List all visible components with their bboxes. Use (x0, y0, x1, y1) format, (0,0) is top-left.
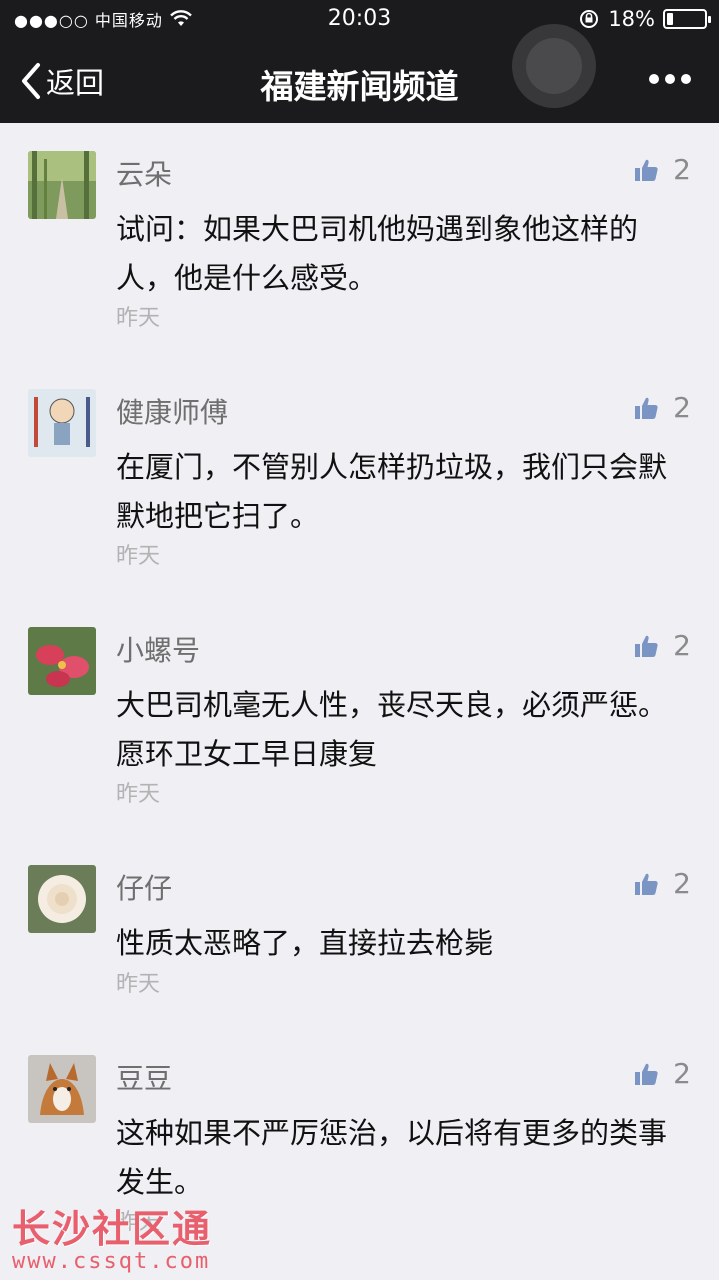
like-button[interactable]: 2 (633, 629, 691, 662)
page-title: 福建新闻频道 (260, 67, 459, 106)
avatar[interactable] (28, 865, 96, 933)
floating-window-button[interactable] (512, 24, 596, 108)
comment-item: 云朵 2 试问：如果大巴司机他妈遇到象他这样的人，他是什么感受。 昨天 (0, 123, 719, 361)
like-count: 2 (673, 867, 691, 900)
comment-text: 大巴司机毫无人性，丧尽天良，必须严惩。 愿环卫女工早日康复 (116, 688, 682, 771)
avatar[interactable] (28, 151, 96, 219)
battery-icon (663, 9, 711, 29)
avatar[interactable] (28, 389, 96, 457)
like-button[interactable]: 2 (633, 153, 691, 186)
commenter-name[interactable]: 豆豆 (116, 1057, 172, 1097)
thumbs-up-icon (635, 159, 658, 181)
status-right: 18% (578, 7, 711, 31)
thumbs-up-icon (635, 1063, 658, 1085)
nav-bar: 返回 福建新闻频道 (0, 40, 719, 123)
like-button[interactable]: 2 (633, 391, 691, 424)
comment-time: 昨天 (116, 782, 161, 807)
rotation-lock-icon (580, 10, 599, 28)
avatar[interactable] (28, 627, 96, 695)
more-dot-icon (649, 74, 659, 84)
commenter-name[interactable]: 仔仔 (116, 867, 172, 907)
comment-item: 仔仔 2 性质太恶略了，直接拉去枪毙 昨天 (0, 837, 719, 1027)
more-dot-icon (665, 74, 675, 84)
watermark-url: www.cssqt.com (12, 1249, 211, 1274)
commenter-name[interactable]: 云朵 (116, 153, 172, 193)
comment-item: 健康师傅 2 在厦门，不管别人怎样扔垃圾，我们只会默默地把它扫了。 昨天 (0, 361, 719, 599)
comment-item: 小螺号 2 大巴司机毫无人性，丧尽天良，必须严惩。 愿环卫女工早日康复 昨天 (0, 599, 719, 837)
thumbs-up-icon (635, 635, 658, 657)
site-watermark: 长沙社区通 www.cssqt.com (12, 1198, 252, 1278)
like-count: 2 (673, 153, 691, 186)
comment-text: 这种如果不严厉惩治，以后将有更多的类事发生。 (116, 1116, 668, 1199)
like-count: 2 (673, 1057, 691, 1090)
like-count: 2 (673, 391, 691, 424)
status-bar: ●●●○○ 中国移动 20:03 18% (0, 0, 719, 40)
battery-fill (667, 13, 673, 25)
thumbs-up-icon (635, 397, 658, 419)
like-button[interactable]: 2 (633, 1057, 691, 1090)
comment-text: 试问：如果大巴司机他妈遇到象他这样的人，他是什么感受。 (116, 212, 639, 295)
commenter-name[interactable]: 小螺号 (116, 629, 200, 669)
comment-time: 昨天 (116, 544, 161, 569)
like-count: 2 (673, 629, 691, 662)
comment-time: 昨天 (116, 306, 161, 331)
avatar[interactable] (28, 1055, 96, 1123)
battery-percent: 18% (608, 7, 655, 31)
thumbs-up-icon (635, 873, 658, 895)
comment-text: 性质太恶略了，直接拉去枪毙 (116, 926, 494, 960)
comment-text: 在厦门，不管别人怎样扔垃圾，我们只会默默地把它扫了。 (116, 450, 668, 533)
more-dot-icon (681, 74, 691, 84)
comment-time: 昨天 (116, 972, 161, 997)
commenter-name[interactable]: 健康师傅 (116, 391, 228, 431)
like-button[interactable]: 2 (633, 867, 691, 900)
more-button[interactable] (649, 74, 691, 84)
watermark-title: 长沙社区通 (12, 1207, 213, 1251)
